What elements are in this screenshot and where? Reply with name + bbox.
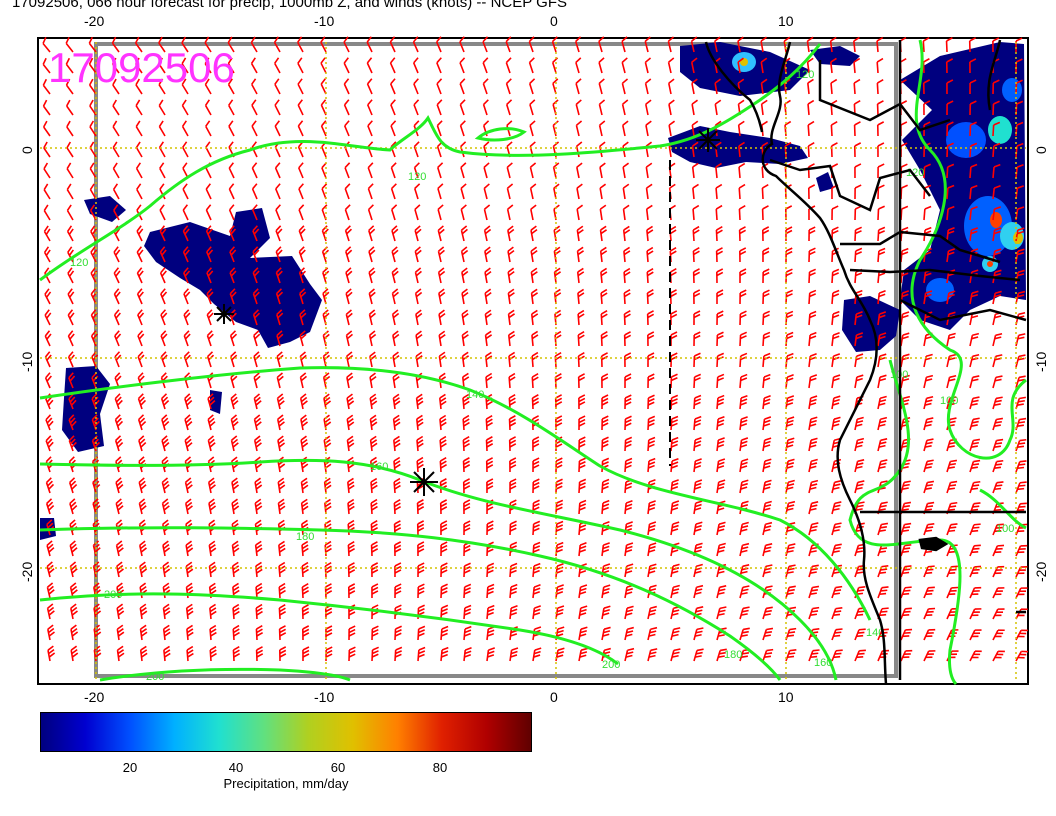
- lon-tick-top: -10: [314, 13, 334, 29]
- lat-tick-left: -10: [19, 352, 35, 372]
- lat-tick-left: 0: [19, 146, 35, 154]
- contour-label: 200: [104, 589, 122, 601]
- precip-cell: [926, 278, 954, 302]
- contour-label: 120: [408, 171, 426, 183]
- colorbar-tick: 80: [432, 760, 448, 775]
- lat-tick-right: 0: [1033, 146, 1049, 154]
- contour-label: 120: [70, 257, 88, 269]
- colorbar-tick: 20: [122, 760, 138, 775]
- storm-marker: [214, 304, 234, 324]
- contour-label: 180: [296, 531, 314, 543]
- colorbar-tick: 40: [228, 760, 244, 775]
- lon-tick-top: -20: [84, 13, 104, 29]
- lon-tick-top: 10: [778, 13, 794, 29]
- lat-tick-right: -20: [1033, 562, 1049, 582]
- lon-tick-top: 0: [550, 13, 558, 29]
- lat-tick-right: -10: [1033, 352, 1049, 372]
- precip-cell: [946, 122, 986, 158]
- colorbar-label: Precipitation, mm/day: [223, 776, 349, 791]
- contour-label: 200: [146, 671, 164, 683]
- storm-marker: [410, 468, 438, 496]
- lat-tick-left: -20: [19, 562, 35, 582]
- contour-label: 100: [996, 523, 1014, 535]
- precip-cell: [990, 212, 1002, 228]
- lon-tick-bottom: -20: [84, 689, 104, 705]
- precip-cell: [988, 116, 1012, 144]
- storm-marker: [696, 128, 720, 152]
- contour-label: 200: [602, 659, 620, 671]
- contour-label: 140: [466, 389, 484, 401]
- lon-tick-bottom: 0: [550, 689, 558, 705]
- forecast-map: 1201201201201401601802002001401601802001…: [19, 13, 1049, 705]
- date-stamp: 17092506: [48, 44, 235, 91]
- contour-label: 100: [940, 395, 958, 407]
- lon-tick-bottom: -10: [314, 689, 334, 705]
- precip-colorbar: [40, 712, 532, 752]
- precip-cell: [987, 261, 993, 267]
- precip-area: [210, 390, 222, 414]
- colorbar-tick: 60: [330, 760, 346, 775]
- lon-tick-bottom: 10: [778, 689, 794, 705]
- contour-label: 160: [370, 461, 388, 473]
- contour-label: 120: [796, 69, 814, 81]
- contour-label: 160: [814, 657, 832, 669]
- contour-label: 180: [724, 649, 742, 661]
